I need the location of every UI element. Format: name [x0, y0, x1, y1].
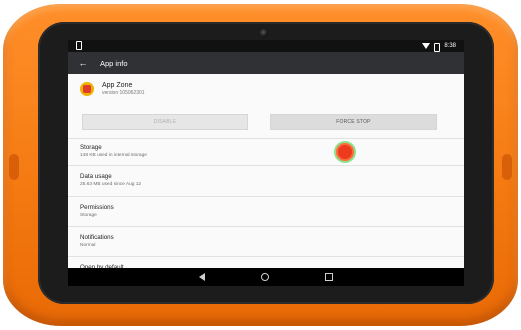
navigation-bar	[68, 268, 464, 286]
divider	[68, 138, 464, 139]
divider	[68, 165, 464, 166]
storage-title: Storage	[80, 144, 102, 151]
status-right-group: 8:38	[422, 40, 456, 52]
divider	[68, 226, 464, 227]
app-bar: ← App info	[68, 52, 464, 74]
device-indicator-icon	[76, 41, 82, 50]
permissions-subtitle: Storage	[80, 212, 97, 218]
device-screen: 8:38 ← App info App Zone version 1050623…	[68, 40, 464, 286]
app-version: version 105062301	[102, 90, 145, 96]
app-zone-icon	[80, 82, 94, 96]
battery-icon	[434, 42, 441, 52]
wifi-icon	[422, 43, 431, 49]
divider	[68, 256, 464, 257]
tablet-bezel: 8:38 ← App info App Zone version 1050623…	[38, 22, 494, 304]
app-text: App Zone version 105062301	[102, 82, 145, 96]
app-header: App Zone version 105062301	[80, 82, 145, 96]
permissions-title: Permissions	[80, 204, 114, 211]
bumper-right-notch	[502, 154, 512, 180]
data-usage-subtitle: 25.63 MB used since Aug 12	[80, 181, 142, 187]
back-arrow-icon[interactable]: ←	[72, 58, 94, 68]
status-time: 8:38	[444, 43, 456, 49]
touch-indicator	[338, 145, 352, 159]
permissions-row[interactable]: Permissions Storage	[80, 204, 114, 218]
front-camera	[260, 29, 268, 37]
nav-home-icon[interactable]	[261, 273, 269, 281]
disable-button[interactable]: DISABLE	[82, 114, 248, 130]
force-stop-button[interactable]: FORCE STOP	[270, 114, 437, 130]
status-bar: 8:38	[68, 40, 464, 52]
storage-row[interactable]: Storage 148 KB used in internal storage	[80, 144, 147, 158]
notifications-row[interactable]: Notifications Normal	[80, 234, 114, 248]
page-title: App info	[100, 58, 128, 68]
app-name: App Zone	[102, 82, 133, 89]
nav-recent-apps-icon[interactable]	[325, 273, 333, 281]
notifications-subtitle: Normal	[80, 242, 96, 248]
divider	[68, 196, 464, 197]
bumper-left-notch	[9, 154, 19, 180]
data-usage-title: Data usage	[80, 173, 112, 180]
notifications-title: Notifications	[80, 234, 114, 241]
nav-back-icon[interactable]	[199, 273, 205, 281]
storage-subtitle: 148 KB used in internal storage	[80, 152, 147, 158]
data-usage-row[interactable]: Data usage 25.63 MB used since Aug 12	[80, 173, 141, 187]
